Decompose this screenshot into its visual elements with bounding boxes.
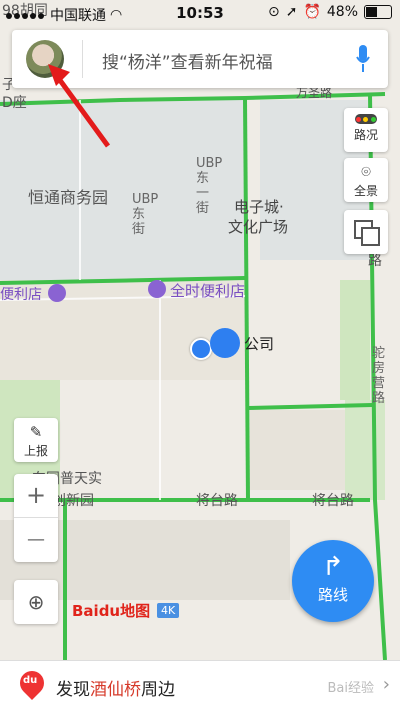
logo-text: Baidu地图 bbox=[72, 602, 151, 620]
map-label-quanshi[interactable]: 全时便利店 bbox=[170, 280, 245, 301]
search-placeholder[interactable]: 搜“杨洋”查看新年祝福 bbox=[102, 48, 273, 73]
discover-suffix: 周边 bbox=[141, 680, 175, 700]
edit-icon: ✎ bbox=[29, 423, 43, 441]
briefcase-icon[interactable] bbox=[210, 328, 240, 358]
map-label-ubp-dongyijie: UBP东一街 bbox=[196, 156, 223, 216]
battery-percent: 48% bbox=[326, 4, 358, 20]
annotation-arrow bbox=[48, 64, 111, 148]
map-label-ubp-dongjie: UBP东街 bbox=[132, 192, 159, 237]
shopping-bag-icon bbox=[148, 280, 166, 298]
zoom-in-button[interactable]: + bbox=[14, 474, 58, 518]
crosshair-icon: ⊕ bbox=[27, 590, 45, 614]
alarm-icon: ⏰ bbox=[303, 4, 321, 20]
turn-arrow-icon: ↱ bbox=[322, 552, 344, 582]
layers-icon bbox=[354, 220, 380, 246]
traffic-label: 路况 bbox=[353, 128, 378, 142]
map-label-culture-square: 文化广场 bbox=[228, 218, 289, 236]
panorama-button[interactable]: ⌾ 全景 bbox=[344, 158, 388, 202]
route-button[interactable]: ↱ 路线 bbox=[292, 540, 374, 622]
discover-place: 酒仙桥 bbox=[90, 680, 141, 700]
watermark-text: Bai经验 bbox=[327, 681, 375, 696]
traffic-button[interactable]: 路况 bbox=[344, 108, 388, 152]
map-label-hengtong: 恒通商务园 bbox=[28, 188, 109, 207]
microphone-icon[interactable] bbox=[356, 45, 370, 73]
map-label-company[interactable]: 公司 bbox=[244, 333, 274, 354]
chevron-right-icon: › bbox=[382, 674, 390, 695]
baidu-map-logo: Baidu地图 bbox=[72, 600, 150, 621]
route-label: 路线 bbox=[317, 586, 348, 604]
discover-prefix: 发现 bbox=[56, 680, 90, 700]
traffic-light-icon bbox=[355, 114, 377, 124]
map-label-jiangtai-2: 将台路 bbox=[312, 493, 354, 509]
report-label: 上报 bbox=[23, 444, 48, 458]
status-bar: 中国联通 ◠ 10:53 ⊙ ➚ ⏰ 48% bbox=[0, 0, 400, 26]
report-button[interactable]: ✎ 上报 bbox=[14, 418, 58, 462]
layers-button[interactable] bbox=[344, 210, 388, 254]
map-label-jiangtai-1: 将台路 bbox=[196, 493, 238, 509]
location-pin-icon: ⌾ bbox=[361, 162, 371, 181]
zoom-control: + — bbox=[14, 474, 58, 562]
4k-badge: 4K bbox=[157, 603, 180, 618]
map-label-tuofang: 驼房营路 bbox=[372, 346, 386, 406]
orientation-lock-icon: ⊙ bbox=[267, 4, 280, 20]
discover-text: 发现酒仙桥周边 bbox=[56, 675, 175, 700]
current-location-dot bbox=[190, 338, 212, 360]
locate-me-button[interactable]: ⊕ bbox=[14, 580, 58, 624]
discover-bar[interactable]: du 发现酒仙桥周边 Bai经验 › bbox=[0, 660, 400, 711]
shopping-bag-icon bbox=[48, 284, 66, 302]
zoom-out-button[interactable]: — bbox=[14, 518, 58, 562]
du-badge: du bbox=[23, 675, 38, 686]
battery-icon bbox=[364, 5, 392, 19]
panorama-label: 全景 bbox=[353, 184, 378, 198]
map-label-electronic-city: 电子城· bbox=[234, 198, 284, 216]
location-arrow-icon: ➚ bbox=[285, 4, 298, 20]
map-label-bianli: 便利店 bbox=[0, 287, 42, 303]
map-label-d-building: D座 bbox=[2, 95, 27, 111]
